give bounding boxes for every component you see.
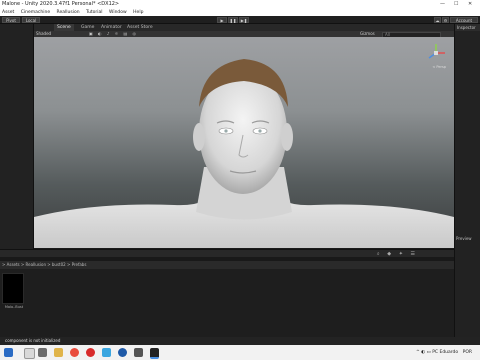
close-button[interactable]: ✕ xyxy=(468,0,472,9)
status-message[interactable]: component is not initialized xyxy=(5,338,60,343)
inspector-panel: Inspector Preview xyxy=(454,24,480,337)
windows-taskbar: ^ ◐ ▭ PC Eduardo POR xyxy=(0,345,480,360)
opera-icon[interactable] xyxy=(86,348,95,357)
tray-language[interactable]: POR xyxy=(463,350,472,355)
project-toolbar-icons[interactable]: ⌕ ◆ ✦ ☰ xyxy=(377,251,418,257)
project-tab-bar: ⌕ ◆ ✦ ☰ xyxy=(0,249,454,257)
play-button[interactable]: ▶ xyxy=(217,17,227,23)
cloud-icon[interactable]: ☁ xyxy=(434,17,441,23)
steam-icon[interactable] xyxy=(134,348,143,357)
local-toggle[interactable]: Local xyxy=(22,17,40,23)
pivot-toggle[interactable]: Pivot xyxy=(2,17,20,23)
account-dropdown[interactable]: Account xyxy=(450,17,478,23)
main-toolbar: Pivot Local ▶ ❚❚ ▶❚ ☁ ⚙ Account xyxy=(0,16,480,24)
window-title-bar: Malone - Unity 2020.3.47f1 Personal* <DX… xyxy=(0,0,480,9)
scene-tab-bar: Scene Game Animator Asset Store xyxy=(34,24,454,31)
windows-start-icon[interactable] xyxy=(4,348,13,357)
editor-icon[interactable] xyxy=(118,348,127,357)
menu-reallusion[interactable]: Reallusion xyxy=(57,10,80,15)
menu-help[interactable]: Help xyxy=(133,10,143,15)
app-icon[interactable] xyxy=(102,348,111,357)
window-title: Malone - Unity 2020.3.47f1 Personal* <DX… xyxy=(2,1,120,7)
menu-window[interactable]: Window xyxy=(109,10,127,15)
asset-name[interactable]: Malo..Bust xyxy=(0,305,28,309)
status-bar: component is not initialized xyxy=(0,337,480,345)
scene-viewport[interactable]: < Persp xyxy=(34,37,454,248)
chrome-icon[interactable] xyxy=(70,348,79,357)
character-bust-render xyxy=(34,59,454,248)
gizmo-label: < Persp xyxy=(432,65,446,69)
tab-animator[interactable]: Animator xyxy=(98,24,125,31)
tray-user-text: PC Eduardo xyxy=(432,350,459,355)
menu-tutorial[interactable]: Tutorial xyxy=(86,10,103,15)
menu-asset[interactable]: Asset xyxy=(2,10,14,15)
tab-scene[interactable]: Scene xyxy=(54,24,74,31)
settings-icon[interactable]: ⚙ xyxy=(442,17,449,23)
hierarchy-panel xyxy=(0,24,34,249)
tab-asset-store[interactable]: Asset Store xyxy=(124,24,156,31)
pause-button[interactable]: ❚❚ xyxy=(228,17,238,23)
preview-header: Preview xyxy=(456,236,472,241)
asset-thumbnail[interactable] xyxy=(2,273,24,304)
inspector-tab[interactable]: Inspector xyxy=(455,24,480,31)
menu-cinemachine[interactable]: Cinemachine xyxy=(21,10,50,15)
tab-game[interactable]: Game xyxy=(78,24,97,31)
menu-bar: Asset Cinemachine Reallusion Tutorial Wi… xyxy=(0,9,480,16)
file-explorer-icon[interactable] xyxy=(54,348,63,357)
unity-icon[interactable] xyxy=(150,348,159,359)
tray-icons[interactable]: ^ ◐ ▭ xyxy=(416,350,432,355)
system-tray: ^ ◐ ▭ PC Eduardo POR xyxy=(416,345,472,360)
step-button[interactable]: ▶❚ xyxy=(239,17,249,23)
orientation-gizmo[interactable] xyxy=(426,43,446,63)
task-view-icon[interactable] xyxy=(38,348,47,357)
maximize-button[interactable]: ☐ xyxy=(454,0,458,9)
minimize-button[interactable]: — xyxy=(440,0,445,9)
search-icon[interactable] xyxy=(24,348,35,359)
project-assets-area xyxy=(0,269,454,337)
project-breadcrumb[interactable]: > Assets > Reallusion > bust02 > Prefabs xyxy=(0,261,454,269)
